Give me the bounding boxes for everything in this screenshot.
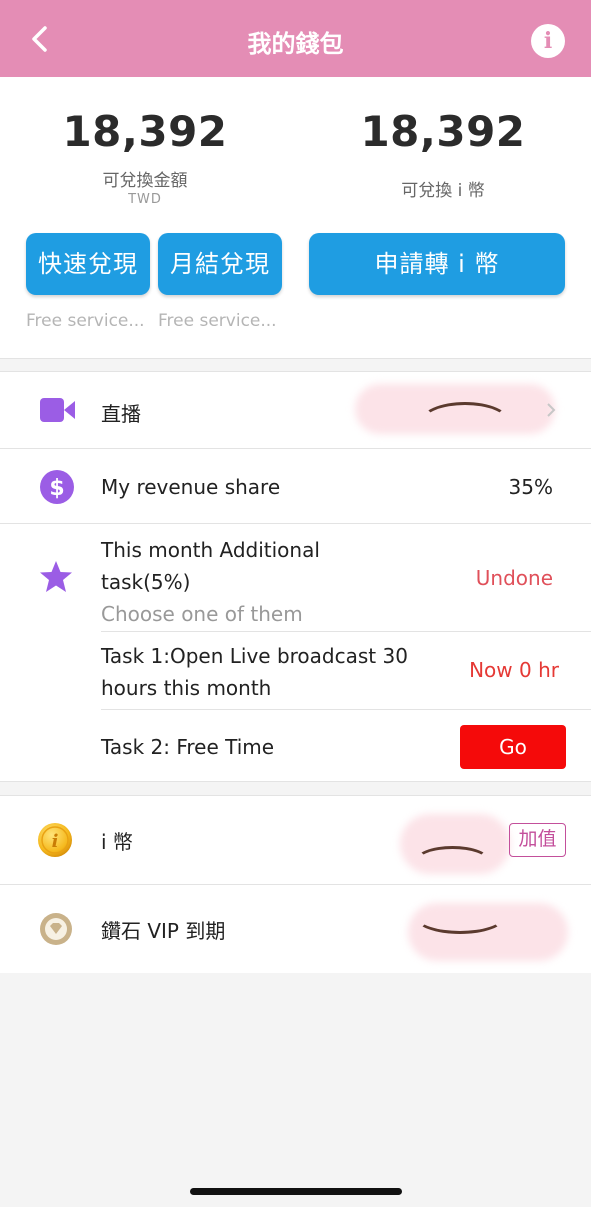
monthly-task-row: This month Additional task(5%) Choose on…	[0, 524, 591, 631]
task2-row: Task 2: Free Time Go	[0, 710, 591, 782]
live-label: 直播	[101, 402, 141, 426]
task1-row: Task 1:Open Live broadcast 30 hours this…	[0, 632, 591, 709]
cash-amount: 18,392	[62, 107, 228, 156]
task1-line1: Task 1:Open Live broadcast 30	[101, 644, 408, 668]
top-up-button[interactable]: 加值	[509, 823, 566, 857]
info-button[interactable]: i	[531, 24, 565, 58]
coin-label: 可兌換 i 幣	[401, 181, 485, 201]
task-subtitle: Choose one of them	[101, 602, 303, 626]
svg-text:$: $	[49, 476, 64, 501]
diamond-badge-icon	[40, 913, 72, 945]
home-indicator	[190, 1188, 402, 1195]
vip-label: 鑽石 VIP 到期	[101, 919, 226, 943]
task-title: This month Additional task(5%) Choose on…	[101, 534, 320, 630]
go-button[interactable]: Go	[460, 725, 566, 769]
app-header: 我的錢包 i	[0, 0, 591, 77]
star-icon	[40, 561, 72, 592]
task-status: Undone	[475, 566, 553, 590]
earnings-section: 直播 $ My revenue share 35% This month Add…	[0, 371, 591, 782]
task1-status: Now 0 hr	[469, 658, 559, 682]
page-title: 我的錢包	[247, 30, 344, 58]
dollar-circle-icon: $	[40, 470, 74, 504]
redacted-mark	[420, 402, 510, 442]
redacted-mark	[415, 846, 490, 876]
convert-coins-button[interactable]: 申請轉 i 幣	[309, 233, 565, 295]
cash-currency: TWD	[128, 192, 162, 207]
coin-label: i 幣	[101, 830, 133, 854]
coin-balance: 18,392 可兌換 i 幣	[338, 107, 548, 201]
revenue-value: 35%	[508, 475, 553, 499]
video-camera-icon	[40, 398, 75, 422]
task-title-line1: This month Additional	[101, 538, 320, 562]
quick-redeem-button[interactable]: 快速兌現	[26, 233, 150, 295]
revenue-row: $ My revenue share 35%	[0, 449, 591, 523]
cash-balance: 18,392 可兌換金額 TWD	[40, 107, 250, 207]
balance-card: 18,392 可兌換金額 TWD 18,392 可兌換 i 幣 快速兌現 月結兌…	[0, 77, 591, 359]
monthly-redeem-note: Free service...	[158, 311, 277, 331]
redacted-mark	[415, 900, 505, 934]
task1-line2: hours this month	[101, 676, 272, 700]
vip-row[interactable]: 鑽石 VIP 到期	[0, 885, 591, 973]
monthly-redeem-button[interactable]: 月結兌現	[158, 233, 282, 295]
task-title-line2: task(5%)	[101, 570, 191, 594]
cash-label: 可兌換金額	[102, 171, 188, 191]
coin-icon: i	[38, 823, 72, 857]
coin-amount: 18,392	[360, 107, 526, 156]
quick-redeem-note: Free service...	[26, 311, 145, 331]
coin-row[interactable]: i i 幣 加值	[0, 796, 591, 884]
revenue-label: My revenue share	[101, 475, 281, 499]
wallet-section: i i 幣 加值 鑽石 VIP 到期	[0, 795, 591, 973]
task1-text: Task 1:Open Live broadcast 30 hours this…	[101, 640, 408, 704]
svg-text:i: i	[52, 831, 59, 852]
task2-label: Task 2: Free Time	[101, 735, 275, 759]
live-row[interactable]: 直播	[0, 372, 591, 448]
chevron-right-icon	[547, 403, 556, 417]
